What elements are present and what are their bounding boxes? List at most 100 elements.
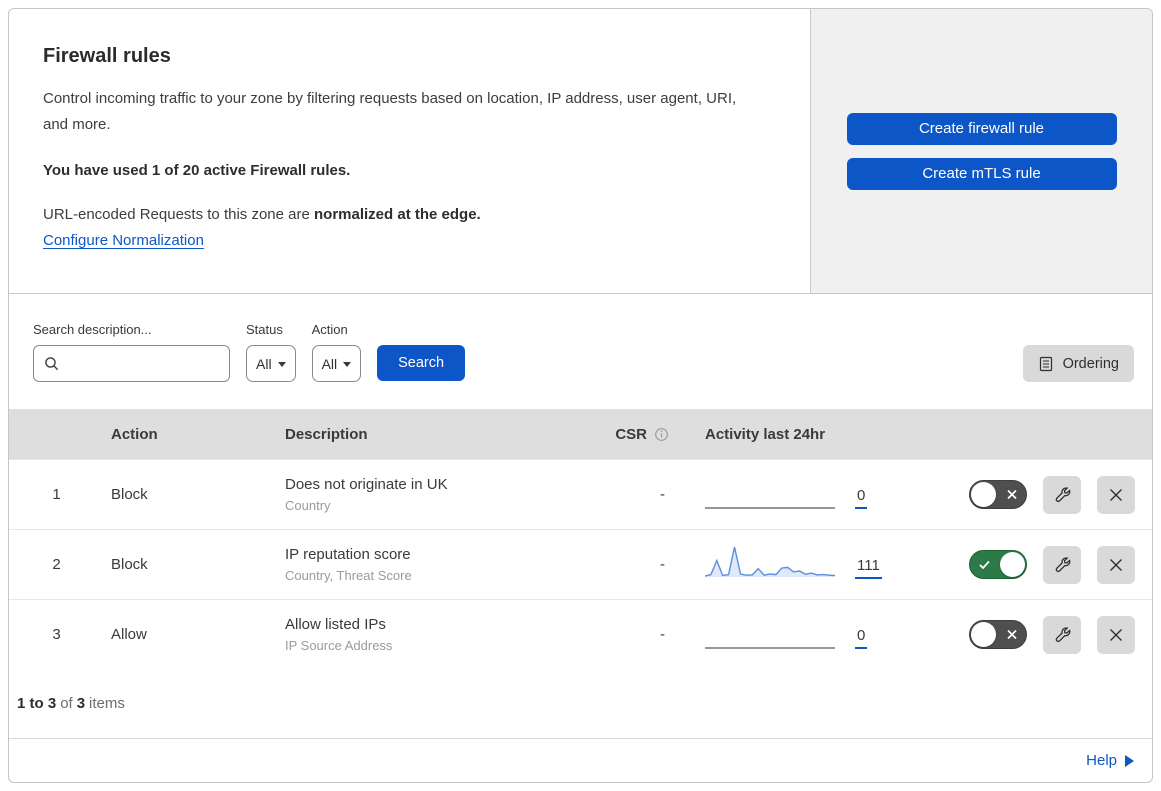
search-icon — [44, 356, 60, 372]
close-icon — [1109, 488, 1123, 502]
edit-rule-button[interactable] — [1043, 615, 1081, 654]
rule-criteria: Country, Threat Score — [285, 568, 412, 583]
activity-sparkline-chart — [705, 546, 835, 577]
rule-priority: 2 — [52, 556, 61, 573]
search-field: Search description... — [33, 322, 230, 382]
activity-count-link[interactable]: 111 — [855, 558, 882, 579]
rule-enabled-toggle[interactable] — [969, 620, 1027, 649]
items-total: 3 — [76, 695, 86, 712]
close-icon — [1109, 558, 1123, 572]
col-action: Action — [111, 425, 158, 443]
table-header: Action Description CSR Activity last 24h… — [9, 409, 1152, 459]
activity-sparkline-flat — [705, 507, 835, 509]
actions-panel: Create firewall rule Create mTLS rule — [810, 9, 1152, 293]
col-description: Description — [285, 425, 368, 443]
wrench-icon — [1054, 486, 1071, 503]
rule-activity-cell: 0 — [675, 460, 925, 529]
rule-enabled-toggle[interactable] — [969, 480, 1027, 509]
create-mtls-rule-button[interactable]: Create mTLS rule — [846, 157, 1117, 190]
close-icon — [1109, 628, 1123, 642]
help-arrow-icon — [1125, 754, 1134, 767]
action-filter-field: Action All — [311, 322, 362, 382]
info-icon[interactable] — [654, 427, 669, 442]
edit-rule-button[interactable] — [1043, 545, 1081, 584]
activity-sparkline-flat — [705, 647, 835, 649]
ordering-list-icon — [1038, 356, 1054, 372]
edit-rule-button[interactable] — [1043, 475, 1081, 514]
rule-csr: - — [660, 626, 665, 643]
chevron-down-icon — [343, 361, 352, 367]
search-label: Search description... — [33, 322, 152, 337]
toggle-knob — [971, 622, 996, 647]
items-label: items — [89, 695, 125, 712]
action-label: Action — [311, 322, 348, 337]
status-value: All — [256, 355, 272, 372]
header-section: Firewall rules Control incoming traffic … — [9, 9, 1152, 294]
rule-description-cell: IP reputation score Country, Threat Scor… — [279, 546, 589, 583]
rule-priority: 3 — [52, 626, 61, 643]
ordering-button[interactable]: Ordering — [1022, 345, 1134, 382]
rule-description-cell: Allow listed IPs IP Source Address — [279, 616, 589, 653]
status-filter-field: Status All — [246, 322, 296, 382]
filter-bar: Search description... Status All Action … — [9, 294, 1152, 409]
rule-action: Block — [111, 486, 148, 503]
delete-rule-button[interactable] — [1097, 475, 1135, 514]
items-range: 1 to 3 — [17, 695, 57, 712]
rule-description: IP reputation score — [285, 546, 411, 563]
rule-activity-cell: 0 — [675, 600, 925, 669]
normalization-note: URL-encoded Requests to this zone are no… — [43, 206, 780, 223]
status-label: Status — [246, 322, 283, 337]
normalization-text: URL-encoded Requests to this zone are — [43, 206, 310, 223]
ordering-label: Ordering — [1062, 355, 1119, 372]
chevron-down-icon — [277, 361, 286, 367]
x-icon — [1007, 486, 1017, 503]
configure-normalization-link[interactable]: Configure Normalization — [43, 232, 204, 249]
rule-csr: - — [660, 556, 665, 573]
rule-action: Allow — [111, 626, 147, 643]
items-of-text: of — [60, 695, 73, 712]
rule-controls — [925, 615, 1152, 654]
rule-controls — [925, 475, 1152, 514]
action-value: All — [321, 355, 338, 372]
rule-criteria: Country — [285, 498, 331, 513]
help-bar: Help — [9, 739, 1152, 782]
page-title: Firewall rules — [43, 45, 171, 67]
toggle-knob — [1000, 552, 1025, 577]
page-description: Control incoming traffic to your zone by… — [43, 90, 737, 133]
usage-summary: You have used 1 of 20 active Firewall ru… — [43, 162, 351, 179]
search-button[interactable]: Search — [377, 345, 466, 381]
rule-criteria: IP Source Address — [285, 638, 393, 653]
help-link[interactable]: Help — [1086, 752, 1117, 769]
rule-description-cell: Does not originate in UK Country — [279, 476, 589, 513]
wrench-icon — [1054, 556, 1071, 573]
rule-controls — [925, 545, 1152, 584]
normalization-bold-text: normalized at the edge. — [314, 206, 481, 223]
csr-label: CSR — [615, 425, 647, 443]
action-select[interactable]: All — [311, 345, 362, 382]
check-icon — [979, 556, 990, 573]
search-input[interactable] — [66, 354, 229, 373]
table-row: 2 Block IP reputation score Country, Thr… — [9, 529, 1152, 599]
toggle-knob — [971, 482, 996, 507]
rule-csr: - — [660, 486, 665, 503]
pagination-summary: 1 to 3 of 3 items — [9, 669, 1152, 739]
rule-enabled-toggle[interactable] — [969, 550, 1027, 579]
delete-rule-button[interactable] — [1097, 615, 1135, 654]
header-content: Firewall rules Control incoming traffic … — [9, 9, 810, 293]
rule-activity-cell: 111 — [675, 530, 925, 599]
create-firewall-rule-button[interactable]: Create firewall rule — [846, 112, 1117, 145]
rule-action: Block — [111, 556, 148, 573]
table-row: 1 Block Does not originate in UK Country… — [9, 459, 1152, 529]
col-csr: CSR — [589, 426, 675, 443]
firewall-rules-panel: Firewall rules Control incoming traffic … — [8, 8, 1153, 783]
rule-priority: 1 — [52, 486, 61, 503]
search-box[interactable] — [33, 345, 230, 382]
rule-description: Does not originate in UK — [285, 476, 448, 493]
activity-count-link[interactable]: 0 — [855, 488, 868, 509]
status-select[interactable]: All — [246, 345, 296, 382]
rule-description: Allow listed IPs — [285, 616, 386, 633]
col-activity: Activity last 24hr — [705, 425, 826, 443]
x-icon — [1007, 626, 1017, 643]
delete-rule-button[interactable] — [1097, 545, 1135, 584]
activity-count-link[interactable]: 0 — [855, 628, 868, 649]
